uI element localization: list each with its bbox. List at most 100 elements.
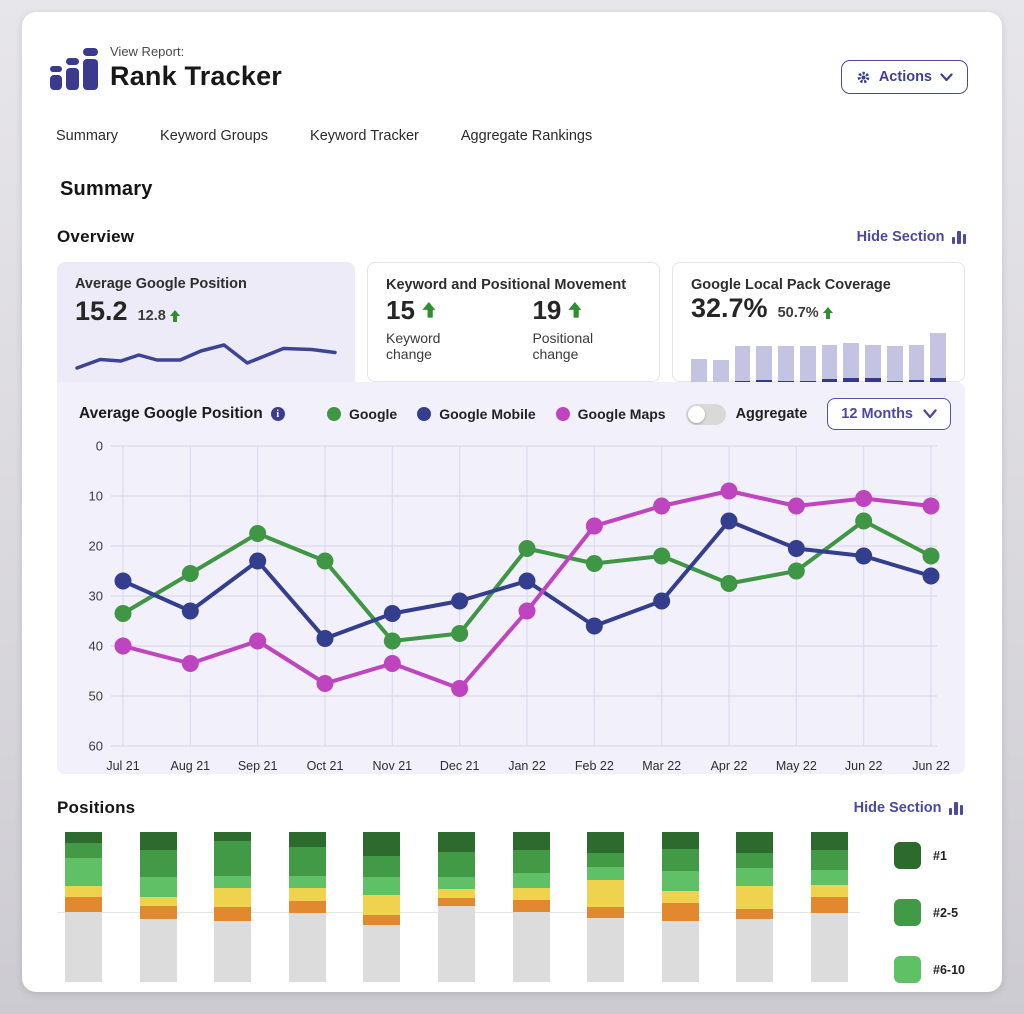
bar-segment-#2-5 <box>736 853 773 868</box>
svg-text:Jun 22: Jun 22 <box>912 759 950 773</box>
svg-text:Jun 22: Jun 22 <box>845 759 883 773</box>
info-icon[interactable]: i <box>271 407 285 421</box>
legend-label: Google <box>349 406 397 422</box>
keyword-change-value: 15 <box>386 295 415 326</box>
legend-item-google[interactable]: Google <box>327 406 397 422</box>
bar-segment-#6-10 <box>811 870 848 885</box>
svg-text:Oct 21: Oct 21 <box>307 759 344 773</box>
tab-keyword-groups[interactable]: Keyword Groups <box>160 128 268 144</box>
bar-segment-#1 <box>811 832 848 850</box>
bar-segment-#1 <box>587 832 624 853</box>
up-arrow-icon <box>170 310 181 323</box>
bar-segment-unranked <box>214 921 251 983</box>
bar-segment-rank-21-plus <box>289 901 326 913</box>
local-pack-bar <box>778 346 794 386</box>
positions-stacked-bar-chart: #1 #2-5 #6-10 <box>57 832 965 992</box>
bar-segment-unranked <box>289 913 326 982</box>
tab-summary[interactable]: Summary <box>56 128 118 144</box>
bar-segment-unranked <box>811 913 848 982</box>
svg-text:Jul 21: Jul 21 <box>106 759 139 773</box>
bar-segment-rank-11-20 <box>65 886 102 897</box>
local-pack-bar <box>930 333 946 386</box>
hide-section-label: Hide Section <box>857 229 945 245</box>
bar-segment-rank-21-plus <box>438 898 475 906</box>
legend-swatch-2-5 <box>894 899 921 926</box>
bar-segment-#1 <box>214 832 251 841</box>
bar-segment-unranked <box>140 919 177 982</box>
legend-item-google-maps[interactable]: Google Maps <box>556 406 666 422</box>
legend-label: Google Maps <box>578 406 666 422</box>
svg-text:Jan 22: Jan 22 <box>508 759 546 773</box>
bar-segment-#6-10 <box>662 871 699 891</box>
rank-tracker-logo-icon <box>50 42 98 92</box>
bar-segment-#2-5 <box>214 841 251 876</box>
positions-hide-section-link[interactable]: Hide Section <box>854 800 963 816</box>
aggregate-toggle[interactable] <box>686 404 726 425</box>
chevron-down-icon <box>923 409 937 419</box>
bar-segment-#6-10 <box>438 877 475 889</box>
legend-label: Google Mobile <box>439 406 535 422</box>
keyword-positional-movement-card: Keyword and Positional Movement 15 Keywo… <box>367 262 660 382</box>
date-range-dropdown[interactable]: 12 Months <box>827 398 951 430</box>
bar-segment-#1 <box>65 832 102 843</box>
bar-segment-#1 <box>140 832 177 850</box>
bar-segment-#2-5 <box>140 850 177 877</box>
gear-icon <box>856 70 871 85</box>
legend-label: #2-5 <box>933 906 958 920</box>
svg-text:20: 20 <box>89 539 103 554</box>
tab-aggregate-rankings[interactable]: Aggregate Rankings <box>461 128 592 144</box>
local-pack-bar <box>865 345 881 386</box>
svg-text:Apr 22: Apr 22 <box>711 759 748 773</box>
local-pack-bar <box>909 345 925 386</box>
bar-segment-#1 <box>289 832 326 847</box>
positions-bar <box>214 832 251 982</box>
bar-segment-unranked <box>587 918 624 983</box>
bar-segment-unranked <box>363 925 400 982</box>
bar-segment-rank-21-plus <box>65 897 102 912</box>
tab-keyword-tracker[interactable]: Keyword Tracker <box>310 128 419 144</box>
google-mobile-legend-dot <box>417 407 431 421</box>
bar-segment-#6-10 <box>513 873 550 888</box>
bar-segment-rank-11-20 <box>363 895 400 915</box>
legend-label: #6-10 <box>933 963 965 977</box>
bar-segment-#6-10 <box>289 876 326 888</box>
bar-segment-rank-11-20 <box>289 888 326 902</box>
view-report-label: View Report: <box>110 44 282 59</box>
legend-swatch-1 <box>894 842 921 869</box>
actions-label: Actions <box>879 69 932 85</box>
legend-label: #1 <box>933 849 947 863</box>
bar-segment-rank-21-plus <box>214 907 251 921</box>
actions-button[interactable]: Actions <box>841 60 968 94</box>
positions-legend-item-2-5[interactable]: #2-5 <box>894 899 965 926</box>
brand: View Report: Rank Tracker <box>50 42 976 92</box>
legend-item-google-mobile[interactable]: Google Mobile <box>417 406 535 422</box>
avg-position-delta: 12.8 <box>138 308 181 324</box>
local-pack-value: 32.7% <box>691 293 768 324</box>
svg-text:Nov 21: Nov 21 <box>373 759 413 773</box>
local-pack-mini-bar-chart <box>691 332 946 386</box>
positions-bar <box>587 832 624 982</box>
overview-hide-section-link[interactable]: Hide Section <box>857 229 966 245</box>
svg-text:Mar 22: Mar 22 <box>642 759 681 773</box>
date-range-value: 12 Months <box>841 406 913 422</box>
bar-segment-rank-11-20 <box>214 888 251 908</box>
positions-bar <box>363 832 400 982</box>
chart-controls: Google Google Mobile Google Maps Aggrega… <box>327 398 951 430</box>
local-pack-bar <box>800 346 816 386</box>
svg-text:60: 60 <box>89 739 103 754</box>
avg-position-value: 15.2 <box>75 296 128 327</box>
app-title: Rank Tracker <box>110 61 282 92</box>
positional-change-label: Positional change <box>532 330 641 362</box>
bar-segment-#6-10 <box>736 868 773 886</box>
bar-segment-#2-5 <box>662 849 699 872</box>
positions-section-header: Positions Hide Section <box>57 798 965 818</box>
logo-bar-3 <box>83 48 98 90</box>
google-local-pack-card: Google Local Pack Coverage 32.7% 50.7% <box>672 262 965 382</box>
bar-segment-#2-5 <box>438 852 475 878</box>
bar-segment-rank-21-plus <box>736 909 773 920</box>
positions-legend-item-1[interactable]: #1 <box>894 842 965 869</box>
bar-segment-#2-5 <box>587 853 624 867</box>
bar-segment-rank-21-plus <box>513 900 550 912</box>
brand-text: View Report: Rank Tracker <box>110 44 282 92</box>
positions-legend-item-6-10[interactable]: #6-10 <box>894 956 965 983</box>
